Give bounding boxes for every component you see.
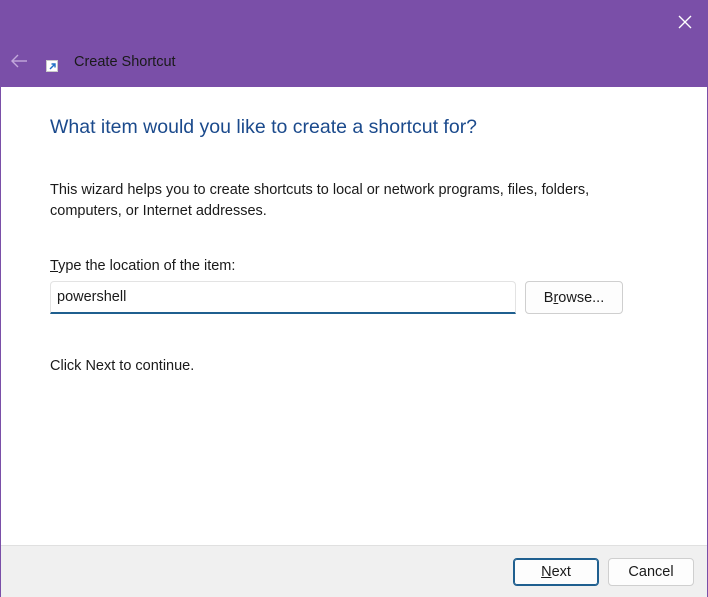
wizard-description: This wizard helps you to create shortcut… (50, 182, 590, 219)
location-label-accel: T (50, 258, 59, 274)
title-bar: Create Shortcut (1, 0, 708, 87)
close-button[interactable] (669, 6, 701, 38)
window-title: Create Shortcut (74, 54, 176, 70)
footer-bar: Next Cancel (1, 545, 707, 597)
page-heading: What item would you like to create a sho… (50, 116, 478, 138)
location-label: Type the location of the item: (50, 257, 235, 275)
back-arrow-icon (11, 54, 27, 68)
location-input[interactable] (50, 281, 516, 314)
next-button[interactable]: Next (513, 558, 599, 586)
cancel-button[interactable]: Cancel (608, 558, 694, 586)
location-label-text: ype the location of the item: (58, 258, 236, 274)
back-button[interactable] (5, 47, 33, 75)
close-icon (678, 15, 692, 29)
shortcut-icon (46, 60, 58, 72)
create-shortcut-window: Create Shortcut What item would you like… (0, 0, 708, 597)
browse-button[interactable]: Br owse... (525, 281, 623, 314)
continue-hint: Click Next to continue. (50, 358, 195, 374)
